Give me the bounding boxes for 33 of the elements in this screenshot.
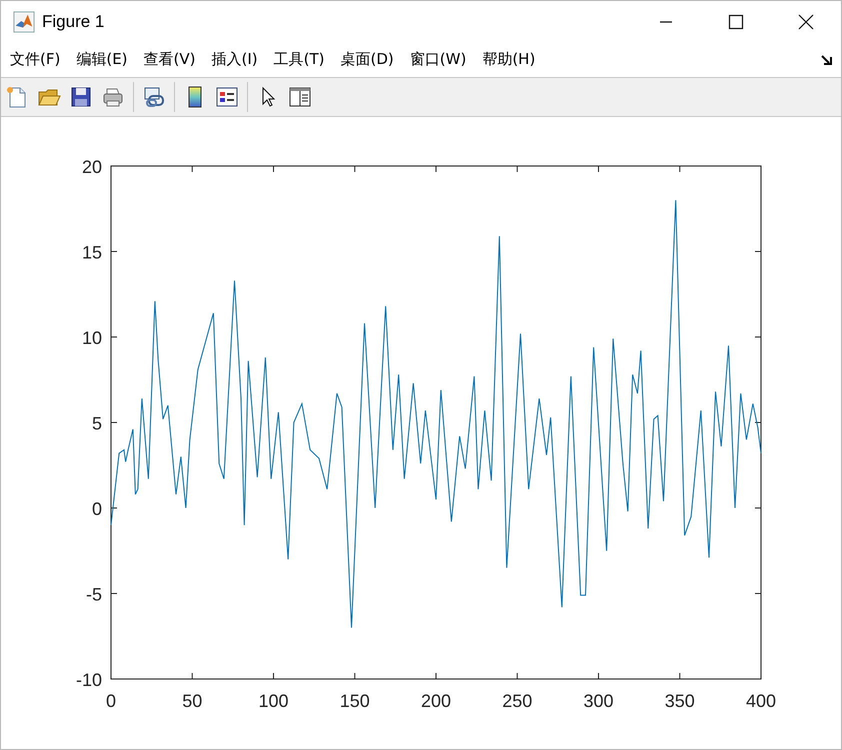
tick-label: 350 [664,691,695,711]
menu-item[interactable]: 查看(V) [144,50,196,70]
legend-icon[interactable] [215,84,239,109]
tick-label: 50 [182,691,202,711]
close-icon [798,14,814,30]
menu-item[interactable]: 帮助(H) [482,50,536,70]
arrow-icon[interactable] [821,54,833,66]
minimize-icon [660,21,672,24]
tick-label: 100 [258,691,289,711]
menu-item[interactable]: 编辑(E) [76,50,128,70]
menu-item[interactable]: 工具(T) [274,50,325,70]
tick-label: -5 [86,584,102,604]
tick-label: 150 [340,691,370,711]
menu-item[interactable]: 窗口(W) [410,50,466,70]
tick-label: 250 [502,691,532,711]
tick-label: 400 [746,691,776,711]
panel-icon[interactable] [288,84,312,109]
window-title: Figure 1 [42,12,104,32]
tick-label: 200 [420,691,452,711]
tick-label: 0 [92,499,102,519]
menu-item[interactable]: 文件(F) [10,50,60,70]
app-icon [13,11,35,34]
menu-item[interactable]: 桌面(D) [340,50,394,70]
tick-label: 5 [92,414,102,434]
tick-label: 10 [82,328,102,348]
maximize-icon [728,14,744,30]
menu-item[interactable]: 插入(I) [212,50,258,70]
tick-label: -10 [76,670,102,690]
tick-label: 0 [106,691,116,711]
tick-label: 15 [82,242,102,262]
tick-label: 300 [583,691,614,711]
link-icon[interactable] [142,84,166,109]
tick-label: 20 [82,157,102,177]
